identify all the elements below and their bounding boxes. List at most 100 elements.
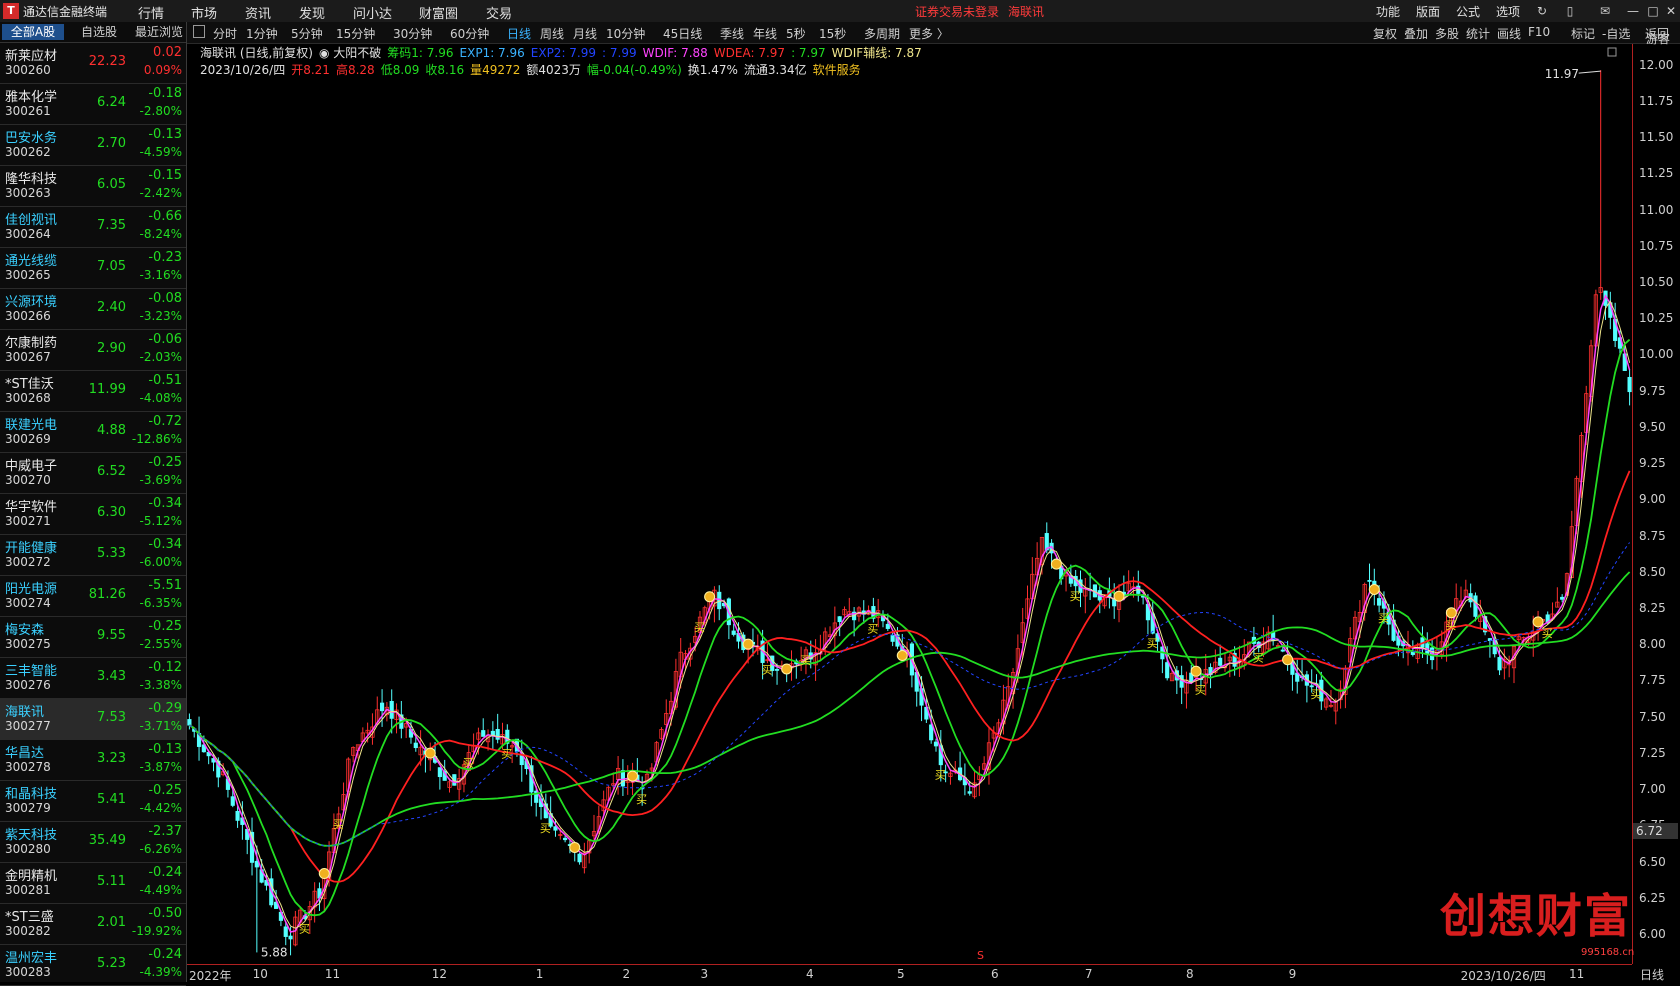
period-tab[interactable]: 季线 [720, 25, 744, 42]
stock-row[interactable]: 隆华科技 300263 6.05 -0.15 -2.42% [0, 166, 186, 207]
period-tab[interactable]: 15分钟 [336, 25, 375, 42]
stock-code: 300271 [5, 514, 51, 528]
menu-trade[interactable]: 交易 [486, 3, 512, 22]
stock-row[interactable]: 通光线缆 300265 7.05 -0.23 -3.16% [0, 248, 186, 289]
stock-row[interactable]: 阳光电源 300274 81.26 -5.51 -6.35% [0, 576, 186, 617]
tab-watchlist[interactable]: 自选股 [70, 24, 128, 40]
menu-function[interactable]: 功能 [1376, 3, 1400, 20]
x-tick-label: 9 [1288, 967, 1297, 981]
refresh-icon[interactable]: ↻ [1531, 2, 1553, 20]
stock-name: 华宇软件 [5, 500, 58, 515]
menu-options[interactable]: 选项 [1496, 3, 1520, 20]
period-tab[interactable]: 10分钟 [606, 25, 645, 42]
period-tab[interactable]: 45日线 [663, 25, 702, 42]
minimize-icon[interactable]: — [1622, 2, 1644, 20]
candle-body [230, 796, 235, 806]
coin-marker-icon [742, 638, 754, 650]
x-tick-label: 2023/10/26/四 [1460, 969, 1546, 983]
stock-row[interactable]: 兴源环境 300266 2.40 -0.08 -3.23% [0, 289, 186, 330]
buy-signal-label: 买 [1445, 619, 1456, 632]
stock-row[interactable]: 中威电子 300270 6.52 -0.25 -3.69% [0, 453, 186, 494]
tab-all-a-shares[interactable]: 全部A股 [2, 24, 64, 40]
chart-tool-button[interactable]: -自选 [1602, 25, 1630, 42]
chart-tool-button[interactable]: 复权 [1373, 25, 1397, 42]
period-tab[interactable]: 1分钟 [246, 25, 278, 42]
current-stock-title: 海联讯 [1008, 5, 1045, 19]
stock-row[interactable]: 和晶科技 300279 5.41 -0.25 -4.42% [0, 781, 186, 822]
stock-row[interactable]: 开能健康 300272 5.33 -0.34 -6.00% [0, 535, 186, 576]
close-icon[interactable]: ✕ [1660, 2, 1680, 20]
stock-change-pct: -4.39% [139, 965, 182, 979]
y-tick-label: 7.75 [1639, 673, 1666, 688]
menu-market[interactable]: 行情 [138, 3, 164, 22]
period-tab[interactable]: 15秒 [819, 25, 846, 42]
y-tick-label: 8.75 [1639, 528, 1666, 543]
kline-chart[interactable]: 买买买买买买买买买买买买买买买买买买买11.975.88 S [187, 44, 1632, 964]
panel-toggle-icon[interactable] [193, 25, 205, 38]
coin-marker-icon [781, 663, 793, 675]
chart-tool-button[interactable]: 多股 [1435, 25, 1459, 42]
buy-signal-label: 买 [935, 769, 946, 782]
guest-label[interactable]: 游客 [1646, 30, 1670, 47]
stock-row[interactable]: 梅安森 300275 9.55 -0.25 -2.55% [0, 617, 186, 658]
price-axis: 12.00 11.75 11.50 11.25 11.00 10.75 10.50 10.25… [1632, 44, 1680, 964]
period-tab[interactable]: 周线 [540, 25, 564, 42]
chart-tool-button[interactable]: 叠加 [1404, 25, 1428, 42]
stock-row[interactable]: 温州宏丰 300283 5.23 -0.24 -4.39% [0, 945, 186, 986]
x-tick-label: 6 [990, 967, 999, 981]
stock-row[interactable]: 巴安水务 300262 2.70 -0.13 -4.59% [0, 125, 186, 166]
stock-row[interactable]: 尔康制药 300267 2.90 -0.06 -2.03% [0, 330, 186, 371]
menu-wealth-circle[interactable]: 财富圈 [419, 3, 458, 22]
chart-tool-button[interactable]: 标记 [1571, 25, 1595, 42]
mail-icon[interactable]: ✉ [1594, 2, 1616, 20]
period-tab[interactable]: 5分钟 [291, 25, 323, 42]
chart-tool-button[interactable]: 统计 [1466, 25, 1490, 42]
chart-tool-button[interactable]: F10 [1528, 25, 1550, 39]
menu-markets[interactable]: 市场 [191, 3, 217, 22]
x-tick-label: 5 [897, 967, 905, 981]
stock-code: 300264 [5, 227, 51, 241]
high-pointer-line [1578, 70, 1601, 74]
period-tab[interactable]: 分时 [213, 25, 237, 42]
y-tick-label: 10.75 [1639, 238, 1674, 253]
stock-code: 300260 [5, 63, 51, 77]
period-tab[interactable]: 年线 [753, 25, 777, 42]
chart-tool-button[interactable]: 画线 [1497, 25, 1521, 42]
stock-row[interactable]: 华宇软件 300271 6.30 -0.34 -5.12% [0, 494, 186, 535]
period-tab[interactable]: 5秒 [786, 25, 806, 42]
phone-icon[interactable]: ▯ [1559, 2, 1581, 20]
stock-row[interactable]: 三丰智能 300276 3.43 -0.12 -3.38% [0, 658, 186, 699]
period-tab[interactable]: 多周期 [864, 25, 900, 42]
period-tab[interactable]: 日线 [507, 25, 531, 42]
login-warning[interactable]: 证券交易未登录 [915, 3, 999, 20]
menu-news[interactable]: 资讯 [245, 3, 271, 22]
stock-row[interactable]: 佳创视讯 300264 7.35 -0.66 -8.24% [0, 207, 186, 248]
stock-row[interactable]: 雅本化学 300261 6.24 -0.18 -2.80% [0, 84, 186, 125]
y-tick-label: 9.75 [1639, 383, 1666, 398]
y-tick-label: 8.25 [1639, 601, 1666, 616]
stock-row[interactable]: 联建光电 300269 4.88 -0.72 -12.86% [0, 412, 186, 453]
stock-row[interactable]: 紫天科技 300280 35.49 -2.37 -6.26% [0, 822, 186, 863]
stock-price: 5.23 [97, 956, 126, 971]
period-tab[interactable]: 30分钟 [393, 25, 432, 42]
stock-row[interactable]: 海联讯 300277 7.53 -0.29 -3.71% [0, 699, 186, 740]
stock-row[interactable]: 华昌达 300278 3.23 -0.13 -3.87% [0, 740, 186, 781]
stock-row[interactable]: 金明精机 300281 5.11 -0.24 -4.49% [0, 863, 186, 904]
stock-code: 300277 [5, 719, 51, 733]
stock-price: 2.90 [97, 341, 126, 356]
menu-discover[interactable]: 发现 [299, 3, 325, 22]
candle-body [620, 770, 625, 787]
period-tab[interactable]: 月线 [573, 25, 597, 42]
stock-row[interactable]: *ST佳沃 300268 11.99 -0.51 -4.08% [0, 371, 186, 412]
period-toolbar: 分时 1分钟 5分钟 15分钟 30分钟 60分钟 日线 周线 月线 10分钟 45日线 季线 年线 5秒… [187, 22, 1680, 44]
menu-ask[interactable]: 问小达 [353, 3, 392, 22]
stock-price: 7.35 [97, 218, 126, 233]
stock-row[interactable]: 新莱应材 300260 22.23 0.02 0.09% [0, 43, 186, 84]
tab-recent[interactable]: 最近浏览 [132, 24, 186, 40]
buy-signal-label: 买 [1542, 627, 1553, 640]
menu-formula[interactable]: 公式 [1456, 3, 1480, 20]
period-tab[interactable]: 更多 〉 [909, 25, 949, 42]
period-tab[interactable]: 60分钟 [450, 25, 489, 42]
menu-layout[interactable]: 版面 [1416, 3, 1440, 20]
stock-row[interactable]: *ST三盛 300282 2.01 -0.50 -19.92% [0, 904, 186, 945]
